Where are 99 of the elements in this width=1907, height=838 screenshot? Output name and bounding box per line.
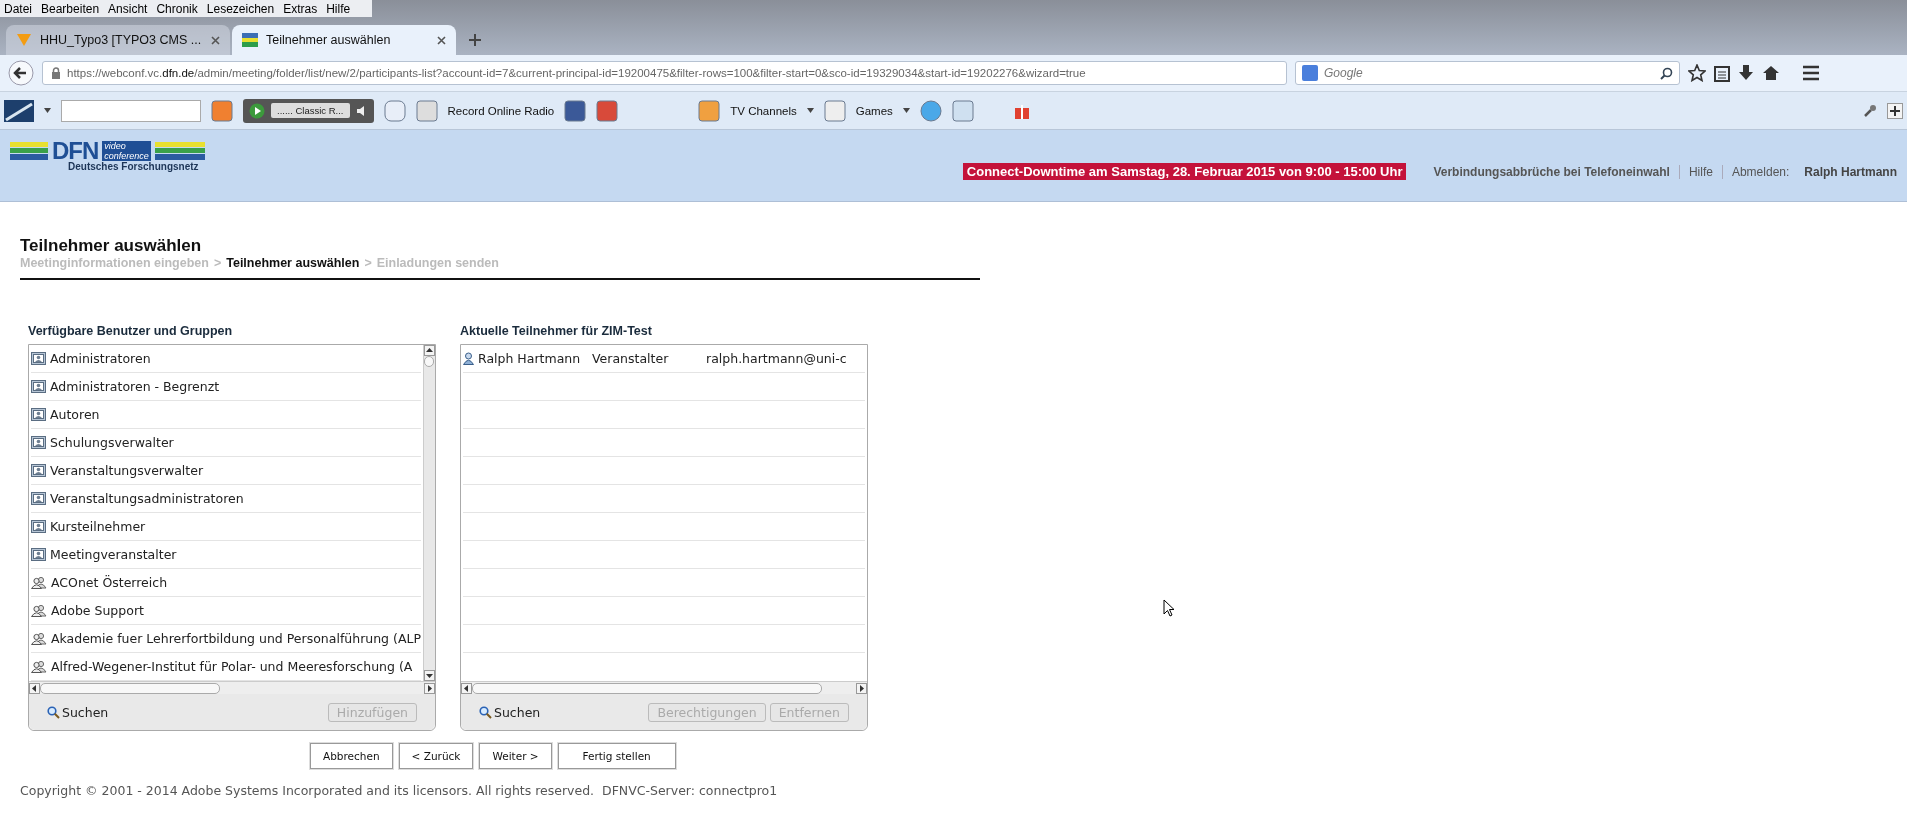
scroll-left-icon[interactable]	[461, 682, 472, 694]
browser-tab[interactable]: Teilnehmer auswählen	[232, 25, 456, 55]
users-icon	[31, 604, 47, 617]
user-icon	[463, 352, 474, 365]
group-icon	[31, 464, 46, 477]
new-tab-icon[interactable]	[468, 33, 482, 47]
close-icon[interactable]	[211, 35, 220, 45]
list-item[interactable]: Administratoren	[31, 345, 421, 373]
group-icon	[31, 436, 46, 449]
logo-caption: Deutsches Forschungsnetz	[68, 161, 199, 172]
scroll-thumb[interactable]	[40, 682, 220, 694]
caret-icon[interactable]	[902, 108, 910, 113]
group-icon	[31, 408, 46, 421]
wizard-button[interactable]: Fertig stellen	[557, 743, 676, 769]
panel-heading: Aktuelle Teilnehmer für ZIM-Test	[460, 324, 653, 338]
stripes-icon	[154, 142, 205, 160]
close-icon[interactable]	[437, 35, 446, 45]
users-icon	[31, 660, 47, 673]
participant-row[interactable]: Ralph Hartmann Veranstalter ralph.hartmann@uni-c	[463, 345, 865, 373]
record-radio-label[interactable]: Record Online Radio	[447, 104, 555, 117]
horizontal-scrollbar[interactable]	[461, 681, 867, 694]
list-item[interactable]: Adobe Support	[31, 597, 421, 625]
toolbar-search-field[interactable]	[61, 99, 201, 122]
group-icon	[31, 548, 46, 561]
wizard-step: Einladungen senden	[376, 256, 499, 270]
favicon-icon	[242, 33, 258, 47]
caret-icon[interactable]	[806, 108, 814, 113]
vertical-scrollbar[interactable]	[423, 345, 435, 681]
user-name: Ralph Hartmann	[1804, 164, 1897, 179]
copyright-text: Copyright © 2001 - 2014 Adobe Systems Incorporated and its licensors. All rights reserved. DFNVC-Server: connectpro1	[20, 783, 779, 798]
list-item[interactable]: Schulungsverwalter	[31, 429, 421, 457]
browser-tab[interactable]: HHU_Typo3 [TYPO3 CMS ...	[6, 25, 230, 55]
games-menu[interactable]: Games	[855, 104, 893, 117]
search-button[interactable]: Suchen	[479, 704, 541, 720]
users-icon	[31, 576, 47, 589]
menu-item[interactable]: Lesezeichen	[206, 1, 275, 16]
clipboard-icon[interactable]	[1714, 64, 1730, 82]
back-icon[interactable]	[8, 60, 34, 86]
scroll-up-icon[interactable]	[424, 345, 435, 356]
list-item[interactable]: Veranstaltungsverwalter	[31, 457, 421, 485]
tv-channels-menu[interactable]: TV Channels	[730, 104, 797, 117]
home-icon[interactable]	[1762, 64, 1780, 82]
step-separator: >	[213, 256, 222, 270]
menu-item[interactable]: Hilfe	[326, 1, 351, 16]
play-icon[interactable]	[249, 102, 265, 119]
logo-subtitle: video	[102, 141, 151, 151]
header-link[interactable]: Hilfe	[1678, 164, 1722, 179]
menu-icon[interactable]	[1802, 65, 1820, 81]
plus-icon[interactable]	[1887, 102, 1903, 119]
logo-subtitle: conference	[102, 151, 151, 161]
scroll-right-icon[interactable]	[856, 682, 867, 694]
page-title: Teilnehmer auswählen	[20, 236, 203, 256]
list-item[interactable]: ACOnet Österreich	[31, 569, 421, 597]
list-item[interactable]: Kursteilnehmer	[31, 513, 421, 541]
wizard-step: Meetinginformationen eingeben	[20, 256, 209, 270]
menu-item[interactable]: Ansicht	[108, 1, 148, 16]
wizard-button[interactable]: Abbrechen	[310, 743, 393, 769]
list-item[interactable]: Akademie fuer Lehrerfortbildung und Personalführung (ALP	[31, 625, 421, 653]
step-separator: >	[364, 256, 372, 270]
search-button[interactable]: Suchen	[47, 704, 109, 720]
downtime-notice: Connect-Downtime am Samstag, 28. Februar 2015 von 9:00 - 15:00 Uhr	[962, 163, 1407, 180]
scroll-right-icon[interactable]	[424, 682, 435, 694]
scroll-thumb[interactable]	[424, 356, 434, 367]
wizard-button[interactable]: Weiter >	[479, 743, 552, 769]
group-icon	[31, 492, 46, 505]
group-icon	[31, 380, 46, 393]
cursor-icon	[1163, 599, 1175, 617]
list-item[interactable]: Meetingveranstalter	[31, 541, 421, 569]
toolbar-logo-icon[interactable]	[4, 99, 34, 122]
list-item[interactable]: Administratoren - Begrenzt	[31, 373, 421, 401]
address-field[interactable]: https://webconf.vc.dfn.de/admin/meeting/folder/list/new/2/participants-list?account-id=7&current-principal-id=19200475&filter-rows=100&filter-start=0&sco-id=19329034&start-id=19202276&wizard=true	[42, 61, 1287, 85]
star-icon[interactable]	[1688, 64, 1706, 82]
search-field[interactable]: Google	[1295, 61, 1680, 85]
menu-item[interactable]: Datei	[4, 1, 32, 16]
download-icon[interactable]	[1738, 64, 1754, 82]
users-icon	[31, 632, 47, 645]
wizard-button[interactable]: < Zurück	[398, 743, 474, 769]
logout-link[interactable]: Abmelden:	[1721, 164, 1799, 179]
group-icon	[31, 520, 46, 533]
list-item[interactable]: Veranstaltungsadministratoren	[31, 485, 421, 513]
caret-icon[interactable]	[44, 108, 51, 113]
radio-player[interactable]: ...... Classic R...	[243, 98, 374, 123]
menu-item[interactable]: Extras	[283, 1, 318, 16]
scroll-down-icon[interactable]	[424, 670, 435, 681]
scroll-left-icon[interactable]	[29, 682, 40, 694]
group-icon	[31, 352, 46, 365]
panel-heading: Verfügbare Benutzer und Gruppen	[28, 324, 234, 338]
stripes-icon	[10, 142, 48, 160]
station-dropdown[interactable]: ...... Classic R...	[271, 103, 350, 118]
horizontal-scrollbar[interactable]	[29, 681, 435, 694]
scroll-thumb[interactable]	[472, 682, 822, 694]
list-item[interactable]: Autoren	[31, 401, 421, 429]
menu-item[interactable]: Chronik	[156, 1, 198, 16]
favicon-icon	[16, 33, 32, 47]
lock-icon	[51, 67, 61, 79]
header-link[interactable]: Verbindungsabbrüche bei Telefoneinwahl	[1424, 164, 1679, 179]
wizard-step: Teilnehmer auswählen	[226, 256, 360, 270]
search-engine-icon	[1302, 65, 1318, 81]
menu-item[interactable]: Bearbeiten	[41, 1, 100, 16]
